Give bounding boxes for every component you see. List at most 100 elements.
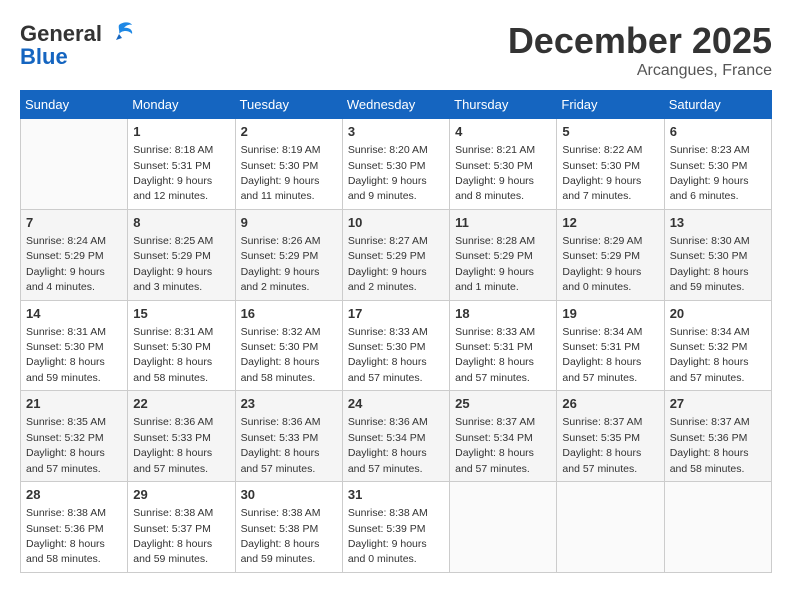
sunset-info: Sunset: 5:30 PM [562, 160, 640, 172]
sunrise-info: Sunrise: 8:35 AM [26, 416, 106, 428]
daylight-info: Daylight: 9 hours and 3 minutes. [133, 266, 212, 293]
day-number: 17 [348, 305, 444, 323]
calendar-cell [450, 482, 557, 573]
sunrise-info: Sunrise: 8:37 AM [562, 416, 642, 428]
day-number: 22 [133, 395, 229, 413]
calendar-cell [557, 482, 664, 573]
header-thursday: Thursday [450, 91, 557, 119]
header-tuesday: Tuesday [235, 91, 342, 119]
daylight-info: Daylight: 9 hours and 6 minutes. [670, 175, 749, 202]
day-number: 10 [348, 214, 444, 232]
day-number: 13 [670, 214, 766, 232]
sunset-info: Sunset: 5:36 PM [670, 432, 748, 444]
daylight-info: Daylight: 9 hours and 9 minutes. [348, 175, 427, 202]
sunrise-info: Sunrise: 8:22 AM [562, 144, 642, 156]
calendar-cell: 4 Sunrise: 8:21 AM Sunset: 5:30 PM Dayli… [450, 119, 557, 210]
day-number: 1 [133, 123, 229, 141]
calendar-cell: 14 Sunrise: 8:31 AM Sunset: 5:30 PM Dayl… [21, 300, 128, 391]
week-row-4: 21 Sunrise: 8:35 AM Sunset: 5:32 PM Dayl… [21, 391, 772, 482]
daylight-info: Daylight: 8 hours and 59 minutes. [26, 356, 105, 383]
sunset-info: Sunset: 5:34 PM [348, 432, 426, 444]
calendar-cell: 20 Sunrise: 8:34 AM Sunset: 5:32 PM Dayl… [664, 300, 771, 391]
sunset-info: Sunset: 5:37 PM [133, 523, 211, 535]
month-title: December 2025 [508, 20, 772, 62]
header-wednesday: Wednesday [342, 91, 449, 119]
daylight-info: Daylight: 8 hours and 58 minutes. [670, 447, 749, 474]
day-number: 29 [133, 486, 229, 504]
sunrise-info: Sunrise: 8:19 AM [241, 144, 321, 156]
sunrise-info: Sunrise: 8:30 AM [670, 235, 750, 247]
day-number: 14 [26, 305, 122, 323]
day-number: 3 [348, 123, 444, 141]
sunrise-info: Sunrise: 8:32 AM [241, 326, 321, 338]
sunset-info: Sunset: 5:29 PM [455, 250, 533, 262]
calendar-cell: 3 Sunrise: 8:20 AM Sunset: 5:30 PM Dayli… [342, 119, 449, 210]
daylight-info: Daylight: 8 hours and 57 minutes. [133, 447, 212, 474]
sunset-info: Sunset: 5:30 PM [670, 160, 748, 172]
sunset-info: Sunset: 5:35 PM [562, 432, 640, 444]
sunset-info: Sunset: 5:30 PM [241, 341, 319, 353]
calendar-cell: 23 Sunrise: 8:36 AM Sunset: 5:33 PM Dayl… [235, 391, 342, 482]
day-number: 20 [670, 305, 766, 323]
week-row-3: 14 Sunrise: 8:31 AM Sunset: 5:30 PM Dayl… [21, 300, 772, 391]
sunset-info: Sunset: 5:33 PM [241, 432, 319, 444]
daylight-info: Daylight: 8 hours and 57 minutes. [562, 447, 641, 474]
sunrise-info: Sunrise: 8:38 AM [348, 507, 428, 519]
sunrise-info: Sunrise: 8:31 AM [26, 326, 106, 338]
daylight-info: Daylight: 8 hours and 57 minutes. [670, 356, 749, 383]
sunrise-info: Sunrise: 8:38 AM [241, 507, 321, 519]
week-row-2: 7 Sunrise: 8:24 AM Sunset: 5:29 PM Dayli… [21, 209, 772, 300]
sunrise-info: Sunrise: 8:36 AM [133, 416, 213, 428]
sunrise-info: Sunrise: 8:27 AM [348, 235, 428, 247]
logo: General Blue [20, 20, 134, 70]
daylight-info: Daylight: 8 hours and 59 minutes. [241, 538, 320, 565]
sunrise-info: Sunrise: 8:36 AM [241, 416, 321, 428]
logo-bird-icon [104, 20, 134, 48]
calendar-cell: 21 Sunrise: 8:35 AM Sunset: 5:32 PM Dayl… [21, 391, 128, 482]
sunrise-info: Sunrise: 8:28 AM [455, 235, 535, 247]
week-row-5: 28 Sunrise: 8:38 AM Sunset: 5:36 PM Dayl… [21, 482, 772, 573]
day-number: 5 [562, 123, 658, 141]
sunrise-info: Sunrise: 8:34 AM [562, 326, 642, 338]
sunset-info: Sunset: 5:30 PM [26, 341, 104, 353]
day-number: 24 [348, 395, 444, 413]
day-number: 26 [562, 395, 658, 413]
calendar-cell: 7 Sunrise: 8:24 AM Sunset: 5:29 PM Dayli… [21, 209, 128, 300]
day-number: 18 [455, 305, 551, 323]
sunset-info: Sunset: 5:29 PM [26, 250, 104, 262]
daylight-info: Daylight: 9 hours and 11 minutes. [241, 175, 320, 202]
sunset-info: Sunset: 5:31 PM [455, 341, 533, 353]
sunset-info: Sunset: 5:30 PM [670, 250, 748, 262]
calendar-cell [21, 119, 128, 210]
day-number: 28 [26, 486, 122, 504]
daylight-info: Daylight: 8 hours and 57 minutes. [455, 447, 534, 474]
sunrise-info: Sunrise: 8:23 AM [670, 144, 750, 156]
header-sunday: Sunday [21, 91, 128, 119]
daylight-info: Daylight: 8 hours and 57 minutes. [348, 447, 427, 474]
sunset-info: Sunset: 5:29 PM [241, 250, 319, 262]
sunrise-info: Sunrise: 8:33 AM [455, 326, 535, 338]
sunset-info: Sunset: 5:29 PM [133, 250, 211, 262]
day-number: 25 [455, 395, 551, 413]
daylight-info: Daylight: 8 hours and 58 minutes. [241, 356, 320, 383]
sunset-info: Sunset: 5:29 PM [348, 250, 426, 262]
calendar-cell: 27 Sunrise: 8:37 AM Sunset: 5:36 PM Dayl… [664, 391, 771, 482]
sunset-info: Sunset: 5:29 PM [562, 250, 640, 262]
sunset-info: Sunset: 5:31 PM [562, 341, 640, 353]
daylight-info: Daylight: 8 hours and 57 minutes. [26, 447, 105, 474]
day-number: 19 [562, 305, 658, 323]
calendar-cell: 13 Sunrise: 8:30 AM Sunset: 5:30 PM Dayl… [664, 209, 771, 300]
calendar-cell: 22 Sunrise: 8:36 AM Sunset: 5:33 PM Dayl… [128, 391, 235, 482]
day-number: 12 [562, 214, 658, 232]
daylight-info: Daylight: 9 hours and 8 minutes. [455, 175, 534, 202]
sunset-info: Sunset: 5:32 PM [26, 432, 104, 444]
daylight-info: Daylight: 9 hours and 7 minutes. [562, 175, 641, 202]
calendar-cell: 31 Sunrise: 8:38 AM Sunset: 5:39 PM Dayl… [342, 482, 449, 573]
sunrise-info: Sunrise: 8:31 AM [133, 326, 213, 338]
sunrise-info: Sunrise: 8:20 AM [348, 144, 428, 156]
sunrise-info: Sunrise: 8:38 AM [133, 507, 213, 519]
sunset-info: Sunset: 5:33 PM [133, 432, 211, 444]
sunset-info: Sunset: 5:30 PM [348, 341, 426, 353]
daylight-info: Daylight: 9 hours and 12 minutes. [133, 175, 212, 202]
daylight-info: Daylight: 8 hours and 58 minutes. [26, 538, 105, 565]
